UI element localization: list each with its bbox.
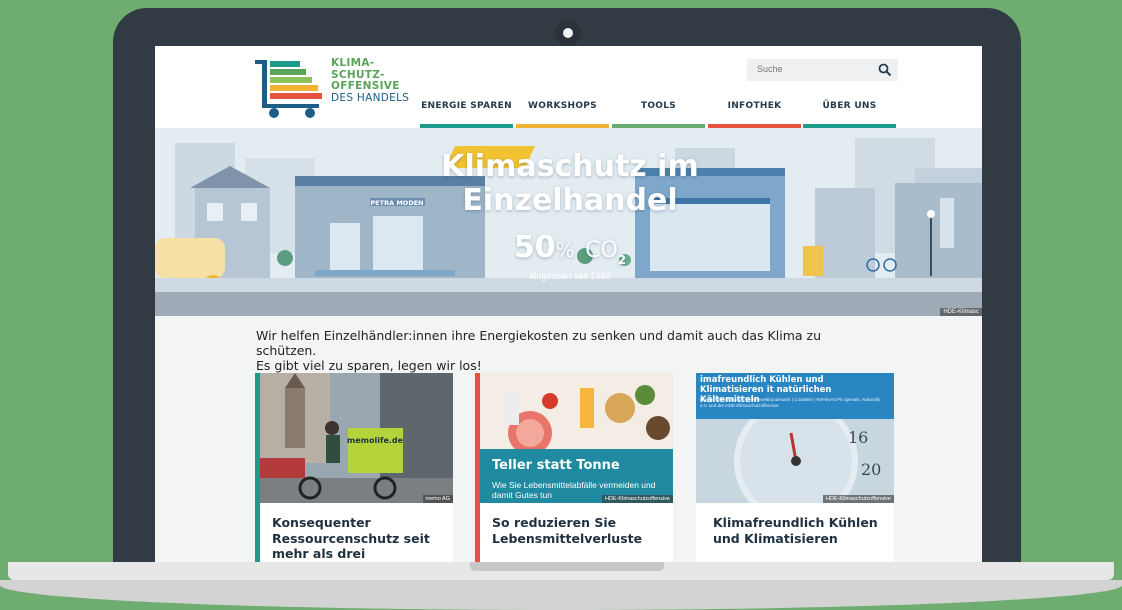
hero-banner[interactable]: PETRA MODEN Klimaschutz im Einzelhandel … bbox=[155, 128, 982, 316]
search-input[interactable] bbox=[757, 64, 867, 74]
food-photo bbox=[480, 373, 673, 455]
card-title[interactable]: Klimafreundlich Kühlen und Klimatisieren bbox=[713, 515, 888, 546]
nav-label: INFOTHEK bbox=[727, 101, 782, 111]
stat-gas: CO bbox=[585, 238, 618, 263]
card-image-credit: memo AG bbox=[422, 495, 453, 503]
stat-unit: % bbox=[555, 238, 575, 262]
climate-header-subtitle: gemeinsame Initiative von Umweltbundesam… bbox=[700, 397, 881, 408]
nav-workshops[interactable]: WORKSHOPS bbox=[516, 101, 609, 128]
site-header: KLIMA- SCHUTZ- OFFENSIVE DES HANDELS ENE… bbox=[155, 46, 982, 128]
hero-stat: 50% CO2 bbox=[455, 230, 685, 267]
intro-line-1: Wir helfen Einzelhändler:innen ihre Ener… bbox=[256, 328, 821, 358]
hero-title-line-1: Klimaschutz im bbox=[441, 149, 699, 184]
intro-line-2: Es gibt viel zu sparen, legen wir los! bbox=[256, 358, 482, 373]
card-image-credit: HDE-Klimaschutzoffensive bbox=[601, 495, 673, 503]
website-screen: KLIMA- SCHUTZ- OFFENSIVE DES HANDELS ENE… bbox=[155, 46, 982, 562]
card-title[interactable]: So reduzieren Sie Lebensmittelverluste bbox=[492, 515, 667, 546]
nav-label: ÜBER UNS bbox=[822, 101, 877, 111]
logo-line-3: OFFENSIVE bbox=[331, 80, 400, 92]
search-icon[interactable] bbox=[878, 63, 892, 77]
hero-title: Klimaschutz im Einzelhandel bbox=[405, 150, 735, 218]
nav-label: ENERGIE SPAREN bbox=[421, 101, 512, 111]
article-card[interactable]: memolife.de memo AG Konsequenter Ressour… bbox=[255, 373, 453, 562]
logo-line-4: DES HANDELS bbox=[331, 91, 410, 104]
image-credit: HDE-Klimasc bbox=[940, 308, 982, 316]
gauge-label-16: 16 bbox=[848, 428, 868, 447]
nav-tools[interactable]: TOOLS bbox=[612, 101, 705, 128]
stat-subscript: 2 bbox=[617, 253, 627, 267]
nav-label: WORKSHOPS bbox=[528, 101, 597, 111]
cargo-bike-photo: memolife.de bbox=[260, 373, 453, 503]
card-image[interactable]: Teller statt Tonne Wie Sie Lebensmittela… bbox=[480, 373, 673, 503]
nav-label: TOOLS bbox=[640, 101, 677, 111]
search-box bbox=[747, 59, 898, 81]
logo-icon[interactable] bbox=[255, 58, 325, 118]
card-title[interactable]: Konsequenter Ressourcenschutz seit mehr … bbox=[272, 515, 447, 562]
intro-text: Wir helfen Einzelhändler:innen ihre Ener… bbox=[256, 328, 876, 373]
overlay-title: Teller statt Tonne bbox=[492, 458, 620, 473]
bike-sign: memolife.de bbox=[347, 436, 404, 445]
climate-header: imafreundlich Kühlen und Klimatisieren i… bbox=[696, 373, 894, 419]
nav-energie-sparen[interactable]: ENERGIE SPAREN bbox=[420, 101, 513, 128]
card-image[interactable]: memolife.de memo AG bbox=[260, 373, 453, 503]
hero-title-line-2: Einzelhandel bbox=[462, 183, 678, 218]
nav-ueber-uns[interactable]: ÜBER UNS bbox=[803, 101, 896, 128]
nav-infothek[interactable]: INFOTHEK bbox=[708, 101, 801, 128]
gauge-label-20: 20 bbox=[861, 460, 881, 479]
card-image[interactable]: 16 20 imafreundlich Kühlen und Klimatisi… bbox=[696, 373, 894, 503]
laptop-notch bbox=[470, 562, 664, 571]
article-card[interactable]: 16 20 imafreundlich Kühlen und Klimatisi… bbox=[696, 373, 894, 562]
logo-line-1: KLIMA- bbox=[331, 57, 375, 69]
card-image-credit: HDE-Klimaschutzoffensive bbox=[822, 495, 894, 503]
hero-caption: eingespart seit 1990 bbox=[529, 271, 611, 281]
laptop-base-bottom bbox=[0, 580, 1122, 610]
logo-text[interactable]: KLIMA- SCHUTZ- OFFENSIVE DES HANDELS bbox=[331, 57, 410, 104]
stat-value: 50 bbox=[513, 230, 556, 265]
article-card[interactable]: Teller statt Tonne Wie Sie Lebensmittela… bbox=[475, 373, 673, 562]
camera-icon bbox=[555, 20, 581, 46]
